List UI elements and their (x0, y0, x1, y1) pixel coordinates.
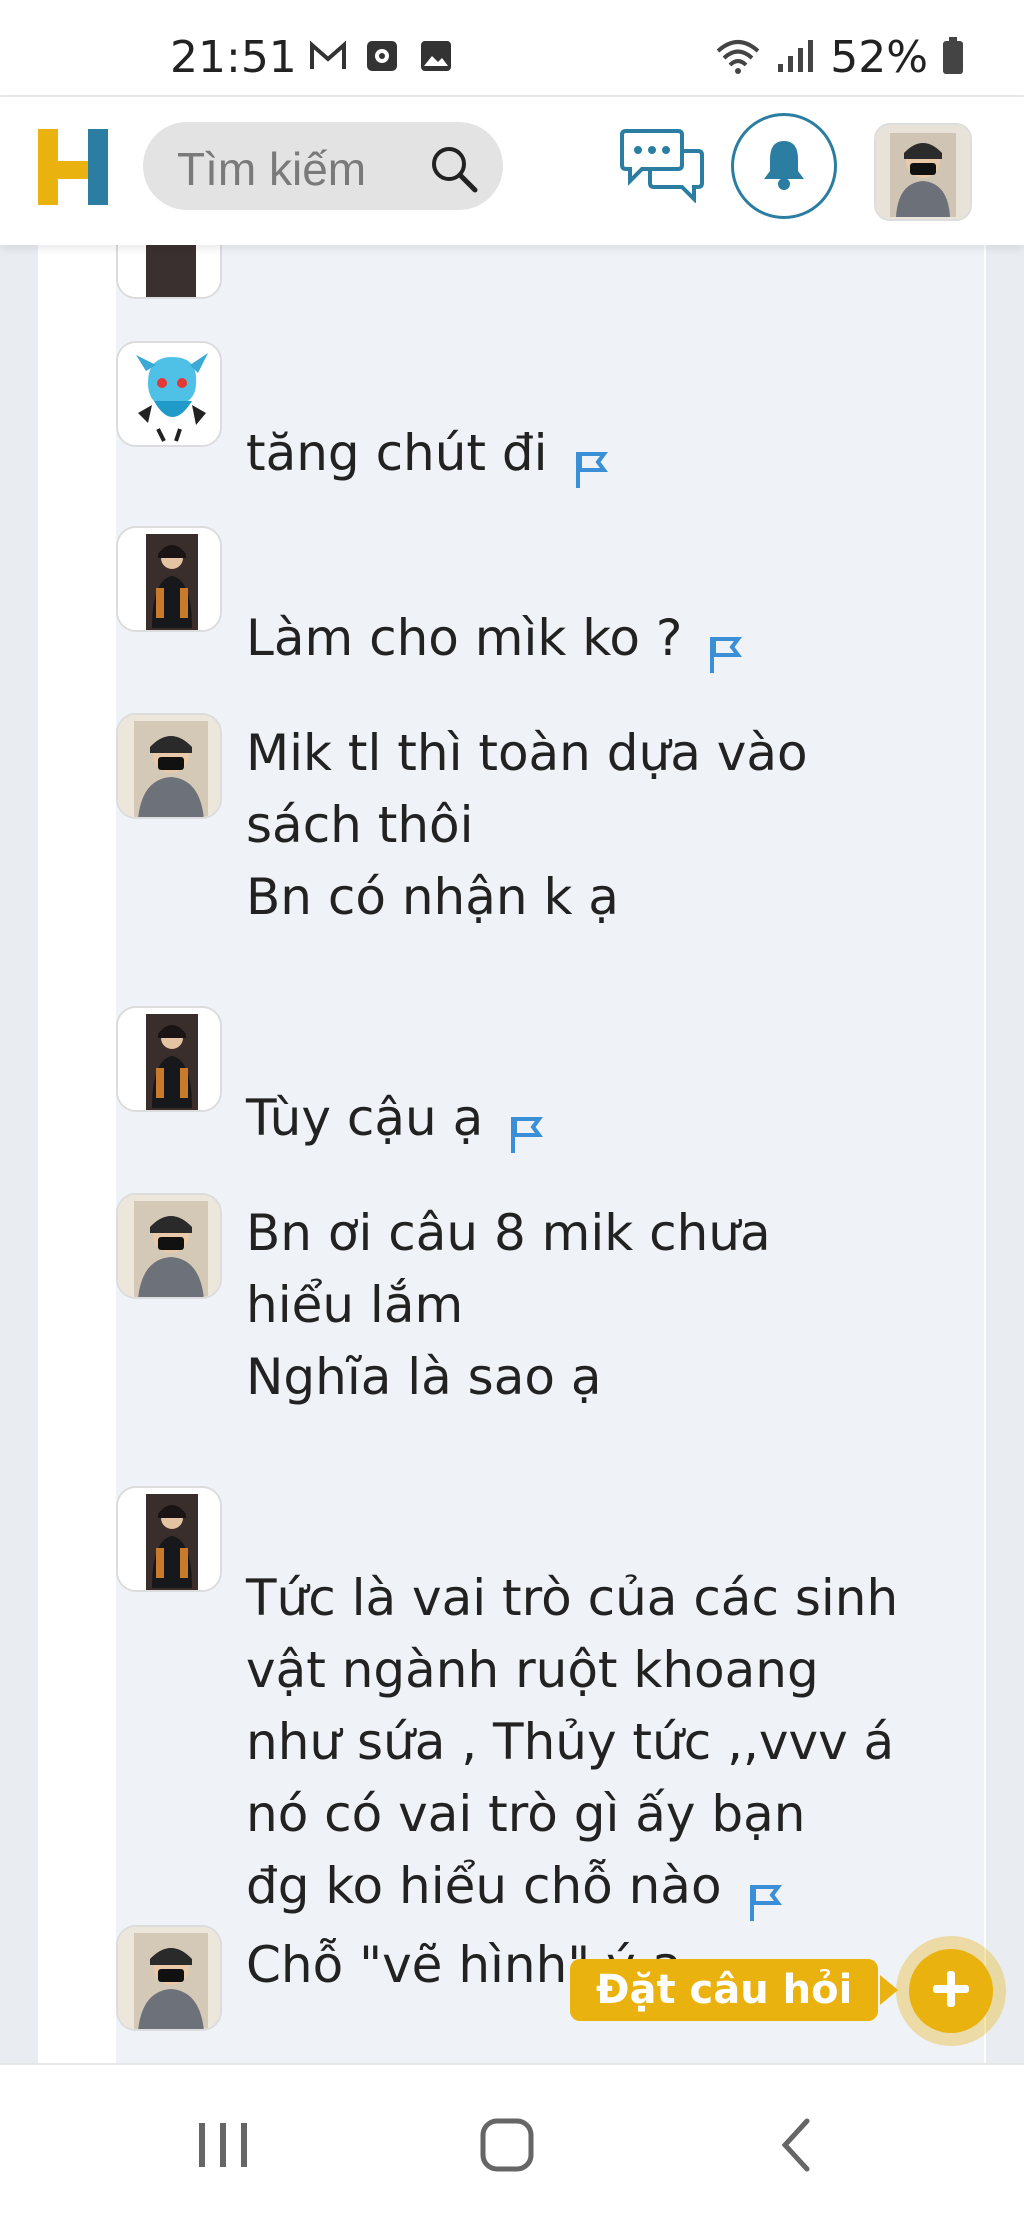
battery-icon (942, 36, 964, 79)
ask-question-label[interactable]: Đặt câu hỏi (570, 1959, 879, 2021)
search-input[interactable]: Tìm kiếm (143, 122, 503, 210)
app-header: Tìm kiếm (0, 95, 1024, 245)
content-frame: tăng chút đi Làm cho mìk ko ? Mik tl thì… (38, 193, 986, 2063)
status-bar: 21:51 52% (0, 0, 1024, 95)
search-placeholder: Tìm kiếm (177, 143, 367, 195)
report-flag-icon[interactable] (574, 437, 608, 488)
signal-icon (776, 38, 816, 78)
gallery-icon (418, 38, 454, 74)
avatar-dark-figure[interactable] (116, 526, 222, 632)
avatar-masked-person[interactable] (116, 1925, 222, 2031)
message-text: Tùy cậu ạ (246, 1089, 484, 1147)
avatar-masked-person[interactable] (116, 713, 222, 819)
message-text: Làm cho mìk ko ? (246, 609, 683, 667)
message-text: Tức là vai trò của các sinh vật ngành ru… (246, 1569, 899, 1915)
avatar-dark-figure[interactable] (116, 1006, 222, 1112)
message-list: tăng chút đi Làm cho mìk ko ? Mik tl thì… (116, 193, 984, 2063)
notification-bell-button[interactable] (731, 113, 837, 219)
screen-record-icon (364, 38, 400, 74)
user-avatar[interactable] (874, 123, 972, 221)
avatar-masked-person[interactable] (116, 1193, 222, 1299)
recent-apps-icon[interactable] (188, 2110, 258, 2180)
wifi-icon (714, 37, 762, 79)
bell-icon (760, 137, 808, 195)
avatar-dark-figure[interactable] (116, 1486, 222, 1592)
chat-bubbles-icon[interactable] (620, 127, 704, 204)
battery-percentage: 52% (830, 32, 928, 83)
plus-icon (929, 1967, 973, 2015)
home-icon[interactable] (472, 2110, 542, 2180)
message-text: Bn ơi câu 8 mik chưa hiểu lắm Nghĩa là s… (246, 1204, 771, 1406)
avatar-anime-blue[interactable] (116, 341, 222, 447)
report-flag-icon[interactable] (708, 622, 743, 673)
chat-thread: tăng chút đi Làm cho mìk ko ? Mik tl thì… (0, 193, 1024, 2063)
gmail-icon (310, 38, 346, 74)
report-flag-icon[interactable] (748, 1870, 782, 1921)
message-text: tăng chút đi (246, 424, 548, 482)
hoc24-logo[interactable] (36, 125, 114, 207)
ask-question-button[interactable] (896, 1936, 1006, 2046)
search-icon[interactable] (429, 144, 479, 194)
report-flag-icon[interactable] (509, 1102, 544, 1153)
status-time: 21:51 (170, 32, 297, 83)
system-nav-bar (0, 2063, 1024, 2219)
message-text: Mik tl thì toàn dựa vào sách thôi Bn có … (246, 724, 808, 926)
back-icon[interactable] (760, 2110, 830, 2180)
